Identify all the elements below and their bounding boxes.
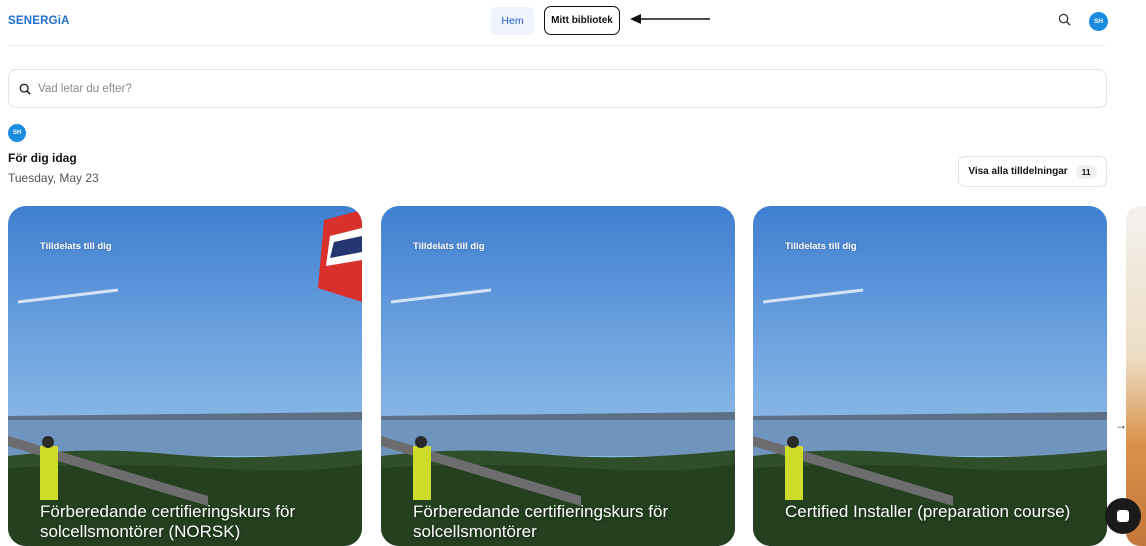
chat-icon: [1117, 510, 1129, 522]
search-input[interactable]: [38, 82, 938, 95]
section-date: Tuesday, May 23: [8, 171, 99, 185]
course-image: [381, 206, 735, 546]
card-tag: Tilldelats till dig: [413, 241, 485, 252]
nav-home[interactable]: Hem: [491, 7, 534, 35]
card-tag: Tilldelats till dig: [785, 241, 857, 252]
course-card[interactable]: Tilldelats till dig Förberedande certifi…: [8, 206, 362, 546]
card-title: Förberedande certifieringskurs för solce…: [40, 502, 296, 541]
top-bar: SENERGiA Hem Mitt bibliotek SH: [0, 0, 1146, 46]
arrow-left-icon: [630, 14, 710, 24]
card-title: Certified Installer (preparation course): [785, 502, 1071, 521]
see-all-label: Visa alla tilldelningar: [968, 166, 1068, 177]
feed-avatar: SH: [8, 124, 26, 142]
search-icon: [19, 83, 31, 95]
course-card-partial[interactable]: [1126, 206, 1146, 546]
nav-my-library[interactable]: Mitt bibliotek: [544, 6, 620, 35]
assignment-count-badge: 11: [1075, 164, 1097, 179]
card-tag: Tilldelats till dig: [40, 241, 112, 252]
senergia-logo[interactable]: SENERGiA: [8, 15, 70, 27]
user-avatar[interactable]: SH: [1089, 12, 1108, 31]
search-bar[interactable]: [8, 69, 1107, 108]
see-all-assignments-button[interactable]: Visa alla tilldelningar 11: [958, 156, 1107, 187]
course-image: [8, 206, 362, 546]
card-title: Förberedande certifieringskurs för solce…: [413, 502, 669, 541]
arrow-right-icon[interactable]: →: [1115, 418, 1127, 432]
chat-button[interactable]: [1105, 498, 1141, 534]
search-icon[interactable]: [1058, 13, 1071, 31]
header-divider: [8, 45, 1106, 46]
section-title: För dig idag: [8, 151, 77, 165]
course-image: [753, 206, 1107, 546]
course-card[interactable]: Tilldelats till dig Certified Installer …: [753, 206, 1107, 546]
course-card[interactable]: Tilldelats till dig Förberedande certifi…: [381, 206, 735, 546]
